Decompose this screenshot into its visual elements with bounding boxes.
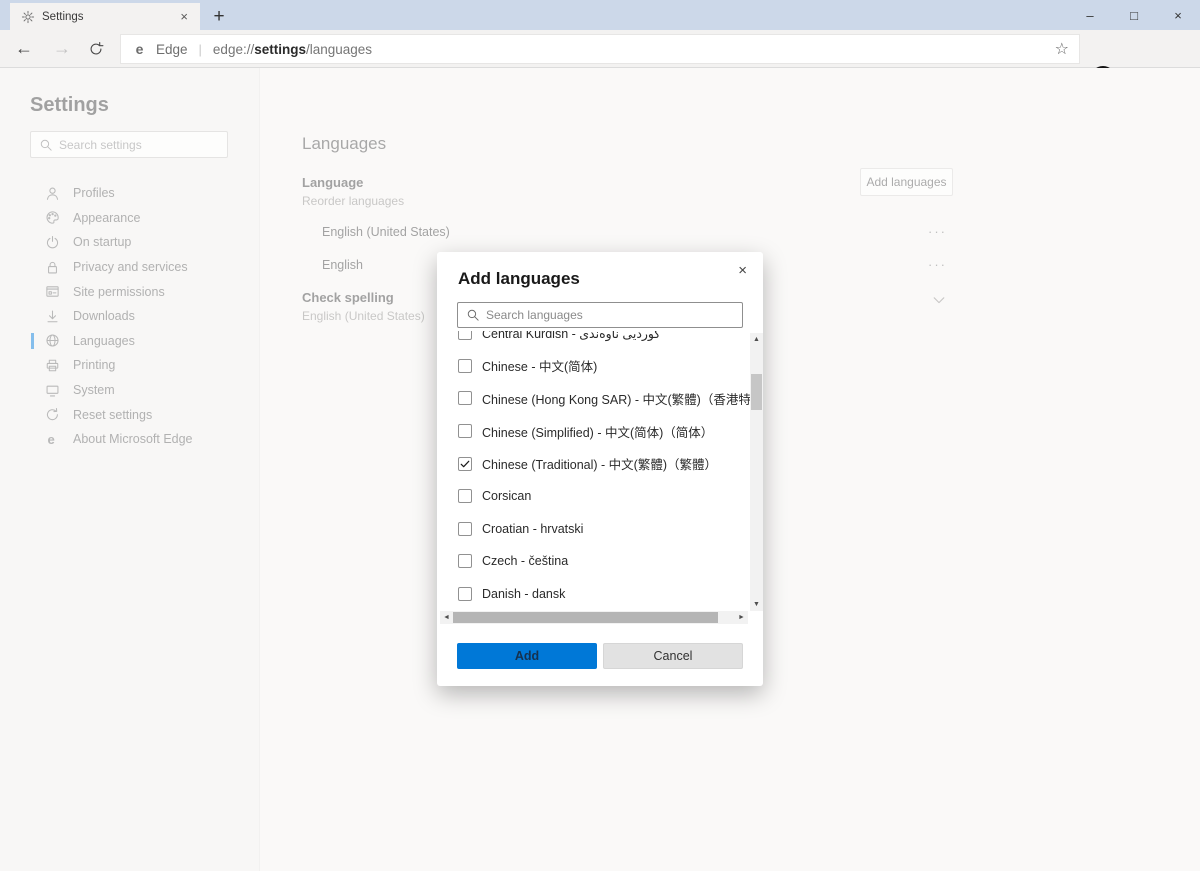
dialog-search-box bbox=[457, 302, 743, 328]
search-icon bbox=[466, 308, 480, 322]
horizontal-scroll-thumb[interactable] bbox=[453, 612, 718, 623]
dialog-close-icon[interactable]: × bbox=[734, 260, 751, 281]
cancel-button[interactable]: Cancel bbox=[603, 643, 743, 669]
add-languages-dialog: × Add languages Central Kurdish - کوردیی… bbox=[437, 252, 763, 686]
language-option-row[interactable]: Croatian - hrvatski bbox=[437, 513, 750, 546]
url-path: /languages bbox=[306, 42, 372, 57]
minimize-button[interactable]: – bbox=[1068, 0, 1112, 30]
language-checkbox[interactable] bbox=[458, 522, 472, 536]
browser-window: Settings × + – □ × ← → Edge | edge://set… bbox=[0, 0, 1200, 871]
gear-icon bbox=[21, 10, 35, 24]
url-host: settings bbox=[254, 42, 306, 57]
check-icon bbox=[459, 458, 471, 470]
scroll-left-icon[interactable]: ◄ bbox=[440, 611, 453, 624]
language-option-label: Central Kurdish - کوردیی ناوەندی bbox=[482, 331, 660, 341]
forward-button[interactable]: → bbox=[50, 38, 74, 59]
address-bar[interactable]: Edge | edge://settings/languages ☆ bbox=[120, 34, 1080, 64]
language-checkbox[interactable] bbox=[458, 554, 472, 568]
window-controls: – □ × bbox=[1068, 0, 1200, 30]
language-option-row[interactable]: Chinese - 中文(简体) bbox=[437, 350, 750, 383]
maximize-button[interactable]: □ bbox=[1112, 0, 1156, 30]
add-button[interactable]: Add bbox=[457, 643, 597, 669]
language-option-label: Chinese (Traditional) - 中文(繁體)（繁體） bbox=[482, 454, 717, 473]
language-option-label: Croatian - hrvatski bbox=[482, 522, 583, 536]
language-checkbox[interactable] bbox=[458, 457, 472, 471]
language-list: Central Kurdish - کوردیی ناوەندی Chinese… bbox=[437, 331, 750, 610]
edge-brand-label: Edge bbox=[156, 42, 188, 57]
language-checkbox[interactable] bbox=[458, 391, 472, 405]
language-checkbox[interactable] bbox=[458, 424, 472, 438]
language-option-label: Czech - čeština bbox=[482, 554, 568, 568]
language-checkbox[interactable] bbox=[458, 359, 472, 373]
language-option-row[interactable]: Central Kurdish - کوردیی ناوەندی bbox=[437, 331, 750, 350]
language-option-label: Chinese (Hong Kong SAR) - 中文(繁體)（香港特別行政 bbox=[482, 389, 750, 408]
tab-settings[interactable]: Settings × bbox=[10, 3, 200, 30]
url-separator: | bbox=[199, 42, 202, 57]
vertical-scrollbar[interactable]: ▲ ▼ bbox=[750, 333, 763, 611]
url-text: edge://settings/languages bbox=[213, 42, 372, 57]
back-button[interactable]: ← bbox=[12, 38, 36, 59]
language-option-row[interactable]: Danish - dansk bbox=[437, 578, 750, 611]
title-bar: Settings × + – □ × bbox=[0, 0, 1200, 30]
language-checkbox[interactable] bbox=[458, 331, 472, 340]
new-tab-button[interactable]: + bbox=[204, 3, 234, 30]
language-option-label: Chinese - 中文(简体) bbox=[482, 356, 597, 375]
language-option-row[interactable]: Czech - čeština bbox=[437, 545, 750, 578]
tab-close-icon[interactable]: × bbox=[176, 9, 192, 24]
scroll-down-icon[interactable]: ▼ bbox=[750, 598, 763, 611]
language-checkbox[interactable] bbox=[458, 489, 472, 503]
edge-logo-icon bbox=[133, 41, 149, 57]
vertical-scroll-thumb[interactable] bbox=[751, 374, 762, 410]
language-option-row[interactable]: Chinese (Simplified) - 中文(简体)（简体） bbox=[437, 415, 750, 448]
language-option-label: Danish - dansk bbox=[482, 587, 565, 601]
language-list-viewport: Central Kurdish - کوردیی ناوەندی Chinese… bbox=[437, 331, 750, 611]
favorites-star-icon[interactable]: ☆ bbox=[1055, 39, 1069, 59]
browser-toolbar: ← → Edge | edge://settings/languages ☆ ·… bbox=[0, 30, 1200, 68]
horizontal-scrollbar[interactable]: ◄ ► bbox=[440, 611, 748, 624]
url-prefix: edge:// bbox=[213, 42, 254, 57]
language-option-row[interactable]: Chinese (Traditional) - 中文(繁體)（繁體） bbox=[437, 447, 750, 480]
refresh-button[interactable] bbox=[88, 41, 104, 57]
scroll-up-icon[interactable]: ▲ bbox=[750, 333, 763, 346]
scroll-right-icon[interactable]: ► bbox=[735, 611, 748, 624]
language-checkbox[interactable] bbox=[458, 587, 472, 601]
dialog-title: Add languages bbox=[458, 269, 580, 289]
close-button[interactable]: × bbox=[1156, 0, 1200, 30]
tab-title: Settings bbox=[42, 11, 176, 23]
language-option-label: Corsican bbox=[482, 489, 531, 503]
language-option-row[interactable]: Corsican bbox=[437, 480, 750, 513]
search-languages-input[interactable] bbox=[486, 308, 734, 322]
language-option-row[interactable]: Chinese (Hong Kong SAR) - 中文(繁體)（香港特別行政 bbox=[437, 382, 750, 415]
language-option-label: Chinese (Simplified) - 中文(简体)（简体） bbox=[482, 422, 713, 441]
